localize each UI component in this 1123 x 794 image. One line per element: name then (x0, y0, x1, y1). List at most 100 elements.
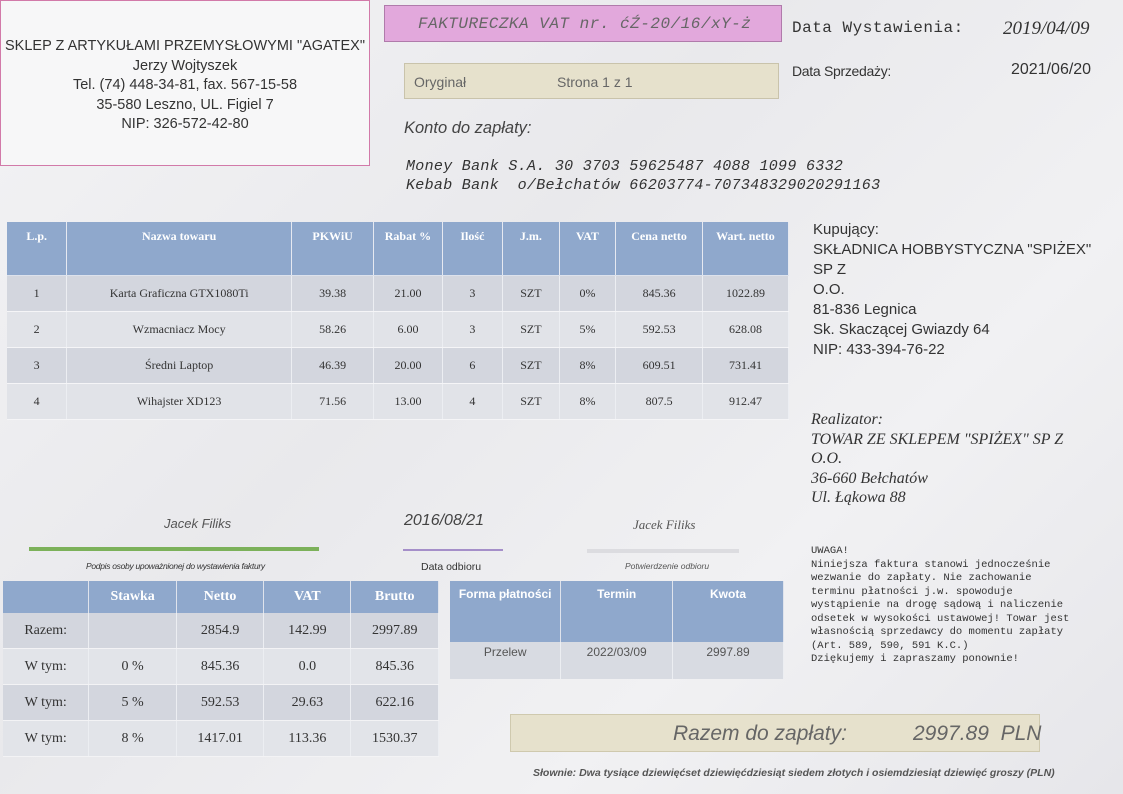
table-cell: 4 (442, 383, 504, 420)
table-row: 4 Wihajster XD123 71.56 13.00 4 SZT 8% 8… (7, 383, 790, 420)
table-cell: Razem: (3, 613, 90, 649)
header-cell: Brutto (350, 581, 439, 613)
table-row: W tym: 8 % 1417.01 113.36 1530.37 (3, 720, 439, 757)
table-cell: 3 (442, 275, 504, 312)
total-box: Razem do zapłaty: 2997.89 PLN (510, 714, 1041, 752)
buyer-block: Kupujący: SKŁADNICA HOBBYSTYCZNA "SPIŻEX… (813, 220, 1113, 360)
table-row: W tym: 5 % 592.53 29.63 622.16 (3, 684, 439, 721)
realizator-name-1: TOWAR ZE SKLEPEM "SPIŻEX" SP Z (811, 430, 1064, 448)
realizator-name-2: O.O. (811, 450, 843, 467)
header-cell: Nazwa towaru (66, 222, 292, 276)
table-cell: SZT (502, 383, 560, 420)
seller-name: SKLEP Z ARTYKUŁAMI PRZEMYSŁOWYMI "AGATEX… (5, 38, 365, 54)
table-cell: 58.26 (291, 311, 375, 348)
invoice-title-box: FAKTURECZKA VAT nr. ćŹ-20/16/xY-ż (384, 5, 782, 42)
table-cell: Wzmacniacz Mocy (66, 311, 292, 348)
table-cell: 8% (559, 347, 617, 384)
seller-nip: NIP: 326-572-42-80 (121, 116, 249, 132)
issuer-signature-caption: Podpis osoby upoważnionej do wystawienia… (86, 561, 265, 571)
bank-line-1: Money Bank S.A. 30 3703 59625487 4088 10… (406, 158, 844, 175)
header-cell: VAT (559, 222, 617, 276)
header-cell: Wart. netto (702, 222, 790, 276)
header-cell: Netto (176, 581, 265, 613)
header-cell (3, 581, 90, 613)
vat-header-row: Stawka Netto VAT Brutto (3, 581, 439, 613)
buyer-name-2: O.O. (813, 281, 845, 298)
buyer-name-1: SKŁADNICA HOBBYSTYCZNA "SPIŻEX" SP Z (813, 241, 1092, 278)
payment-due-date: 2022/03/09 (560, 642, 674, 679)
header-cell: Ilość (442, 222, 504, 276)
issue-date: 2019/04/09 (1003, 18, 1090, 39)
table-cell: Karta Graficzna GTX1080Ti (66, 275, 292, 312)
buyer-nip: NIP: 433-394-76-22 (813, 341, 945, 358)
seller-box: SKLEP Z ARTYKUŁAMI PRZEMYSŁOWYMI "AGATEX… (0, 0, 370, 166)
issuer-signature-line (29, 547, 319, 551)
notice-text: UWAGA! Niniejsza faktura stanowi jednocz… (811, 545, 1070, 665)
table-cell: 1 (7, 275, 68, 312)
header-cell: Rabat % (373, 222, 443, 276)
table-cell: 6 (442, 347, 504, 384)
table-cell: 1530.37 (350, 720, 439, 757)
table-cell: 39.38 (291, 275, 375, 312)
account-label: Konto do zapłaty: (404, 119, 532, 137)
page-label: Strona 1 z 1 (557, 74, 633, 90)
table-row: 3 Średni Laptop 46.39 20.00 6 SZT 8% 609… (7, 347, 790, 384)
table-cell: 29.63 (263, 684, 352, 721)
table-cell: 46.39 (291, 347, 375, 384)
table-cell (88, 613, 177, 649)
table-cell: Średni Laptop (66, 347, 292, 384)
total-label: Razem do zapłaty: (673, 722, 847, 745)
table-cell: 2997.89 (350, 613, 439, 649)
table-cell: 845.36 (176, 648, 265, 685)
table-cell: 3 (442, 311, 504, 348)
header-cell: Stawka (88, 581, 177, 613)
header-cell: VAT (263, 581, 352, 613)
items-table: L.p. Nazwa towaru PKWiU Rabat % Ilość J.… (7, 222, 790, 420)
amount-in-words: Słownie: Dwa tysiące dziewięćset dziewię… (533, 767, 1055, 779)
receipt-date-caption: Data odbioru (421, 561, 482, 573)
table-cell: 8% (559, 383, 617, 420)
sale-date-label: Data Sprzedaży: (792, 63, 891, 79)
original-label: Oryginał (414, 74, 467, 90)
table-cell: 21.00 (373, 275, 443, 312)
realizator-label: Realizator: (811, 411, 883, 428)
table-cell: 0% (559, 275, 617, 312)
receipt-date-line (403, 549, 503, 551)
table-row: Przelew 2022/03/09 2997.89 (450, 642, 784, 679)
header-cell: Cena netto (615, 222, 703, 276)
table-cell: 5 % (88, 684, 177, 721)
table-cell: 5% (559, 311, 617, 348)
bank-line-2: Kebab Bank o/Bełchatów 66203774-70734832… (406, 177, 881, 194)
table-cell: 592.53 (615, 311, 703, 348)
payment-table: Forma płatności Termin Kwota Przelew 202… (450, 581, 784, 679)
receiver-signature-line (587, 549, 739, 553)
receiver-signature-name: Jacek Filiks (633, 517, 696, 532)
vat-summary-table: Stawka Netto VAT Brutto Razem: 2854.9 14… (3, 581, 439, 757)
payment-amount: 2997.89 (672, 642, 784, 679)
table-cell: 0.0 (263, 648, 352, 685)
table-cell: 6.00 (373, 311, 443, 348)
table-cell: 20.00 (373, 347, 443, 384)
table-row: Razem: 2854.9 142.99 2997.89 (3, 613, 439, 649)
realizator-block: Realizator: TOWAR ZE SKLEPEM "SPIŻEX" SP… (811, 410, 1111, 508)
payment-method: Przelew (450, 642, 562, 679)
realizator-city: 36-660 Bełchatów (811, 469, 928, 487)
invoice-title: FAKTURECZKA VAT nr. ćŹ-20/16/xY-ż (418, 14, 752, 33)
table-cell: SZT (502, 311, 560, 348)
table-cell: 592.53 (176, 684, 265, 721)
table-cell: 4 (7, 383, 68, 420)
header-cell: L.p. (7, 222, 68, 276)
table-cell: 142.99 (263, 613, 352, 649)
buyer-label: Kupujący: (813, 221, 879, 238)
sale-date: 2021/06/20 (1011, 61, 1092, 78)
table-cell: 2854.9 (176, 613, 265, 649)
table-cell: 845.36 (350, 648, 439, 685)
table-row: W tym: 0 % 845.36 0.0 845.36 (3, 648, 439, 685)
receipt-date: 2016/08/21 (404, 512, 485, 529)
items-header-row: L.p. Nazwa towaru PKWiU Rabat % Ilość J.… (7, 222, 790, 276)
table-cell: W tym: (3, 684, 90, 721)
table-cell: 13.00 (373, 383, 443, 420)
table-cell: 731.41 (702, 347, 790, 384)
table-cell: SZT (502, 347, 560, 384)
table-cell: W tym: (3, 720, 90, 757)
